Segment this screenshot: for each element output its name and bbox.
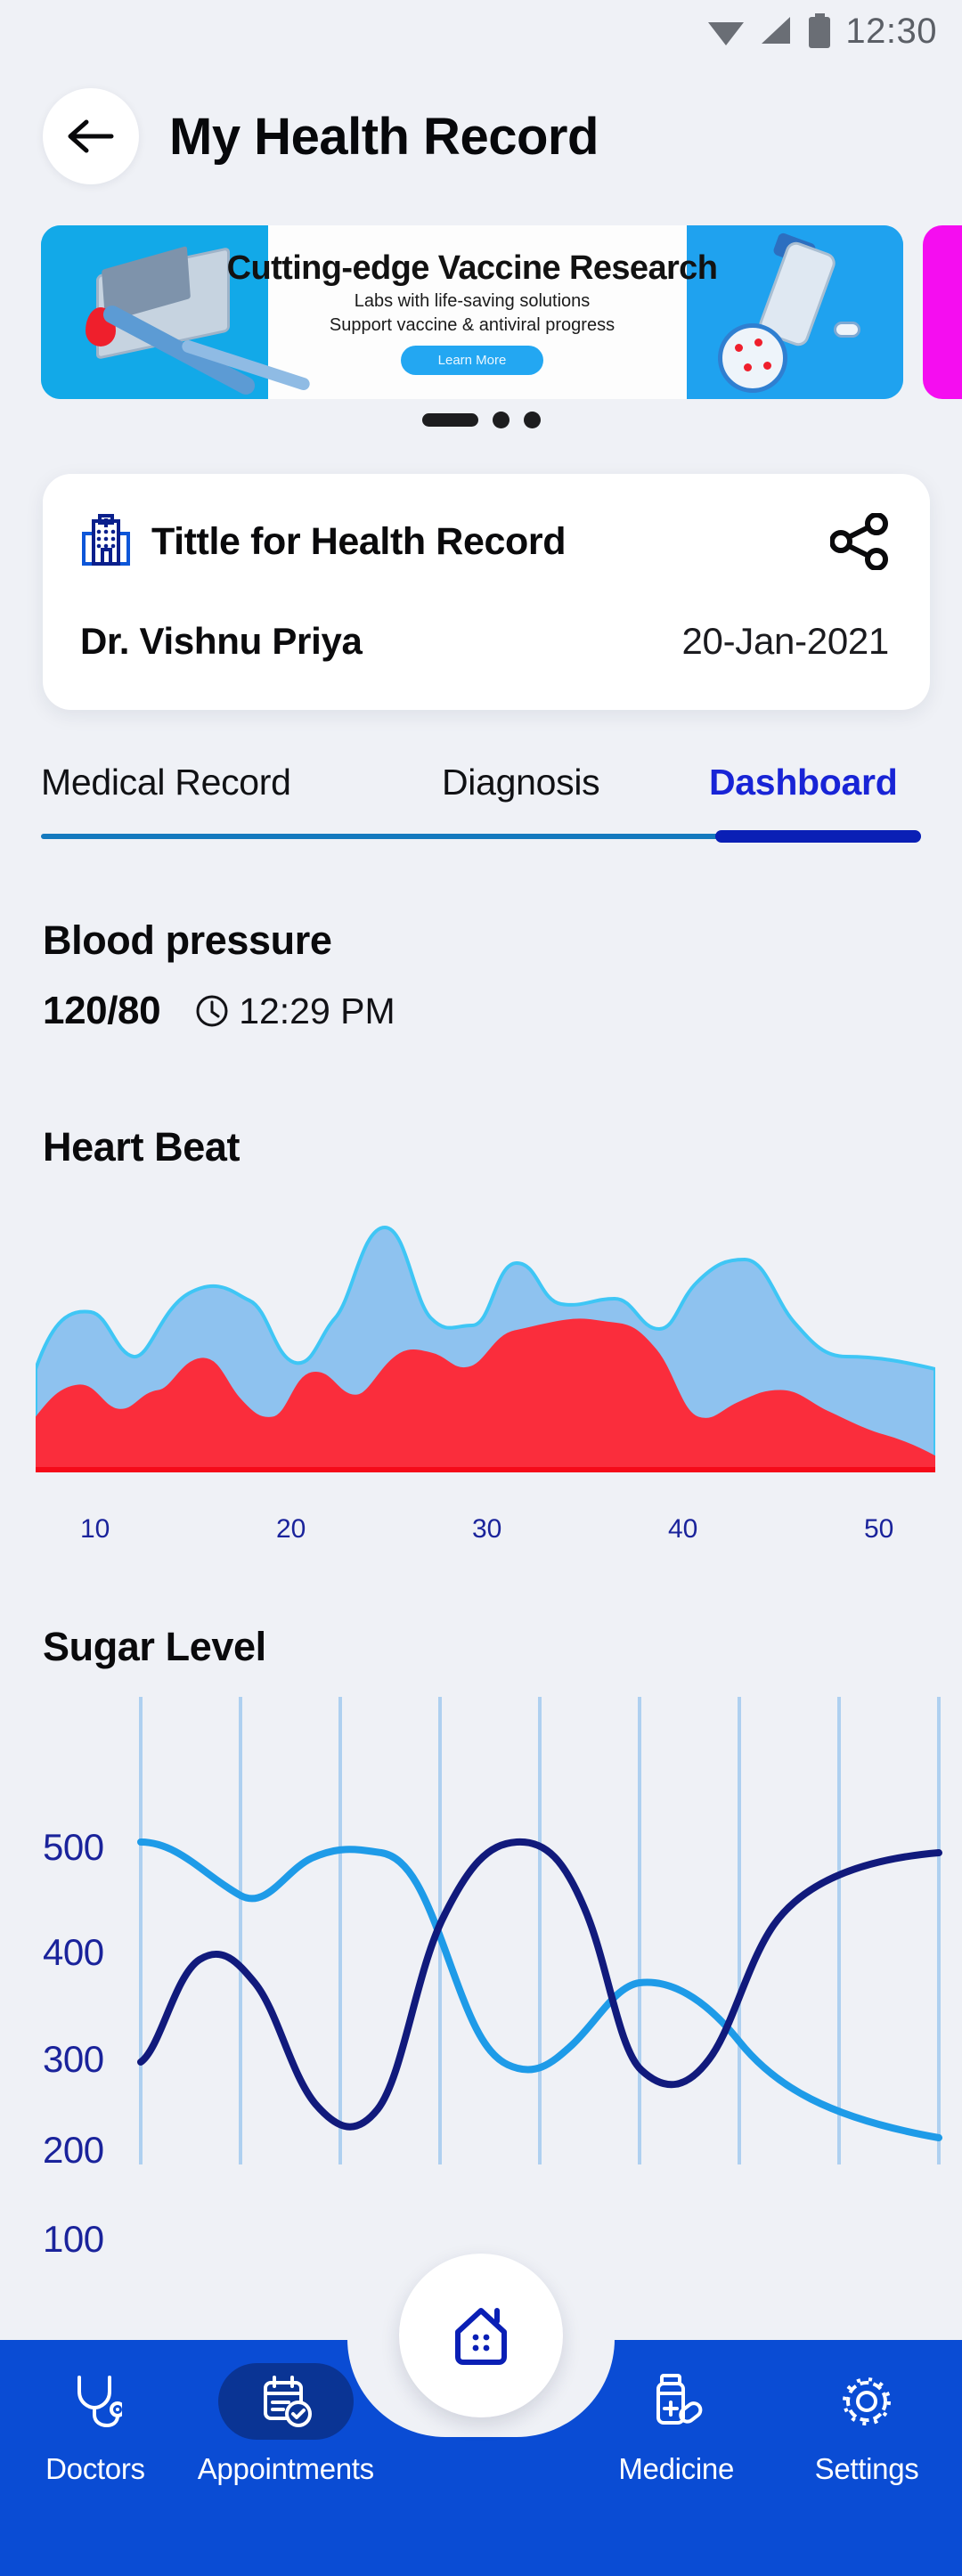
doctors-icon-wrap <box>28 2363 163 2440</box>
appointments-icon-wrap <box>217 2363 354 2440</box>
hb-tick-40: 40 <box>668 1514 698 1544</box>
hb-tick-30: 30 <box>472 1514 502 1544</box>
sl-tick-400: 400 <box>43 1931 104 1973</box>
carousel-track[interactable]: Cutting-edge Vaccine Research Labs with … <box>0 225 962 399</box>
gear-icon <box>843 2377 892 2425</box>
banner-subtitle-1: Labs with life-saving solutions <box>354 291 591 311</box>
carousel-indicator[interactable] <box>0 412 962 428</box>
blood-pressure-value: 120/80 <box>43 989 161 1032</box>
nav-item-appointments[interactable]: Appointments <box>191 2363 381 2486</box>
hospital-icon <box>82 514 130 566</box>
sl-tick-500: 500 <box>43 1826 104 1868</box>
nav-label-appointments: Appointments <box>197 2452 374 2485</box>
heart-beat-axis: 10 20 30 40 50 <box>0 1514 962 1559</box>
medicine-icon-wrap <box>608 2363 744 2440</box>
tab-row: Medical Record Diagnosis Dashboard <box>0 762 962 803</box>
promo-banner-2[interactable] <box>923 225 962 399</box>
tab-bar[interactable]: Medical Record Diagnosis Dashboard <box>0 762 962 843</box>
nav-item-doctors[interactable]: Doctors <box>0 2363 191 2486</box>
heart-beat-chart <box>34 1194 937 1501</box>
home-fab-button[interactable] <box>399 2254 563 2417</box>
nav-label-settings: Settings <box>814 2452 919 2485</box>
record-date: 20-Jan-2021 <box>681 620 889 662</box>
banner-cta-button[interactable]: Learn More <box>400 346 544 375</box>
battery-icon <box>809 13 831 48</box>
hb-tick-50: 50 <box>864 1514 894 1544</box>
promo-carousel[interactable]: Cutting-edge Vaccine Research Labs with … <box>0 225 962 399</box>
sl-tick-100: 100 <box>43 2218 104 2260</box>
record-card-footer: Dr. Vishnu Priya 20-Jan-2021 <box>80 620 889 663</box>
carousel-dot-2[interactable] <box>492 412 510 428</box>
sl-tick-200: 200 <box>43 2129 104 2171</box>
clock-icon <box>196 995 228 1027</box>
record-title: Tittle for Health Record <box>151 519 567 563</box>
nav-label-doctors: Doctors <box>45 2452 145 2485</box>
app-header: My Health Record <box>0 78 962 194</box>
hb-tick-10: 10 <box>80 1514 110 1544</box>
carousel-dot-3[interactable] <box>523 412 541 428</box>
back-arrow-icon <box>68 119 114 153</box>
sugar-level-chart: 500 400 300 200 100 <box>0 1692 962 2260</box>
health-record-card[interactable]: Tittle for Health Record Dr. Vishnu Priy… <box>43 474 930 710</box>
appointment-clipboard-icon <box>263 2376 312 2427</box>
blood-pressure-section: Blood pressure 120/80 12:29 PM <box>43 917 395 1033</box>
nav-label-medicine: Medicine <box>618 2452 735 2485</box>
blood-pressure-time-text: 12:29 PM <box>239 990 395 1031</box>
page-title: My Health Record <box>169 107 599 166</box>
stethoscope-icon <box>77 2376 122 2428</box>
record-card-header: Tittle for Health Record <box>80 513 889 570</box>
back-button[interactable] <box>43 88 139 184</box>
doctor-name: Dr. Vishnu Priya <box>80 620 363 662</box>
settings-icon-wrap <box>799 2363 934 2440</box>
hb-tick-20: 20 <box>276 1514 306 1544</box>
carousel-dot-1[interactable] <box>421 413 478 427</box>
banner-subtitle-2: Support vaccine & antiviral progress <box>329 315 616 335</box>
sugar-y-labels: 500 400 300 200 100 <box>0 1692 962 2260</box>
sl-tick-300: 300 <box>43 2038 104 2080</box>
tab-medical-record[interactable]: Medical Record <box>41 762 442 803</box>
blood-pressure-row: 120/80 12:29 PM <box>43 989 395 1033</box>
sugar-level-title: Sugar Level <box>43 1624 266 1669</box>
tab-dashboard[interactable]: Dashboard <box>709 762 898 803</box>
nav-item-medicine[interactable]: Medicine <box>581 2363 771 2486</box>
share-icon[interactable] <box>830 513 889 570</box>
heart-beat-svg <box>34 1225 937 1472</box>
banner-title: Cutting-edge Vaccine Research <box>226 249 718 287</box>
home-icon <box>455 2308 507 2365</box>
tab-diagnosis[interactable]: Diagnosis <box>442 762 709 803</box>
signal-icon <box>762 17 791 44</box>
banner-content: Cutting-edge Vaccine Research Labs with … <box>41 225 903 399</box>
medicine-bottle-icon <box>656 2374 703 2425</box>
promo-banner-1[interactable]: Cutting-edge Vaccine Research Labs with … <box>41 225 903 399</box>
blood-pressure-time: 12:29 PM <box>194 990 395 1032</box>
nav-item-settings[interactable]: Settings <box>771 2363 962 2486</box>
wifi-icon <box>708 22 745 45</box>
heart-beat-title: Heart Beat <box>43 1124 240 1170</box>
app-screen: 12:30 My Health Record Cutting-edge Vacc… <box>0 0 962 2576</box>
status-bar: 12:30 <box>0 0 962 62</box>
tab-underline-track <box>41 830 921 843</box>
status-bar-time: 12:30 <box>845 11 937 51</box>
tab-underline-active <box>715 830 921 843</box>
blood-pressure-title: Blood pressure <box>43 917 332 963</box>
